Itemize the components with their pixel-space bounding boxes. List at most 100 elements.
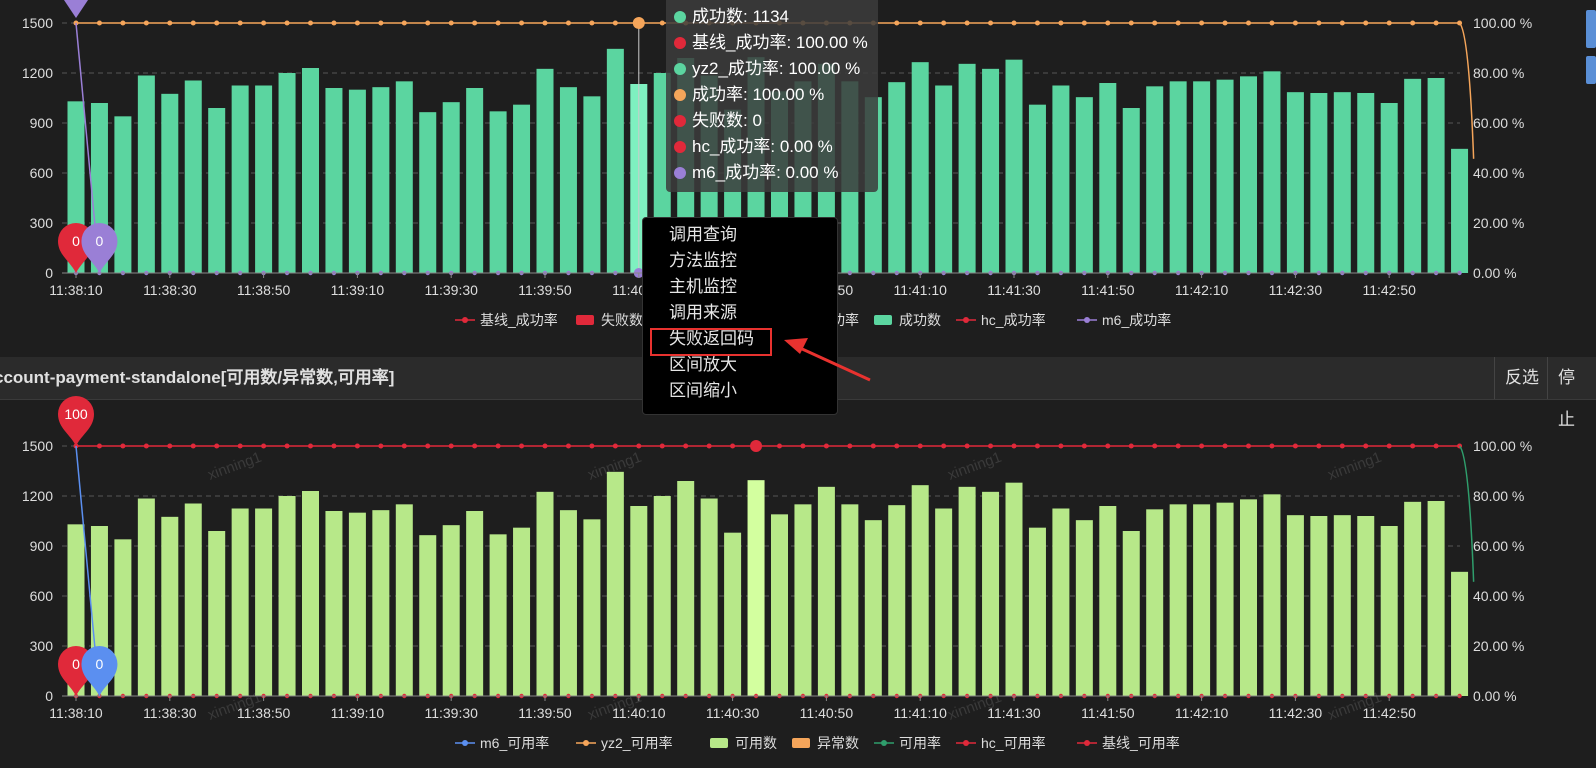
rate-point (1081, 20, 1087, 26)
bar (1240, 76, 1257, 273)
x-tick-label: 11:39:10 (331, 282, 385, 298)
annotation-highlight-box (650, 328, 772, 356)
menu-item-method-monitor[interactable]: 方法监控 (669, 248, 737, 274)
rate-point (870, 443, 876, 449)
rate-point (1246, 20, 1251, 26)
rate-point (894, 443, 900, 449)
y-tick-label: 1500 (22, 438, 53, 454)
rate-point (1410, 20, 1416, 26)
bar (888, 505, 906, 696)
rate-point (542, 443, 548, 449)
tooltip-row: hc_成功率: 0.00 % (674, 134, 833, 160)
menu-item-host-monitor[interactable]: 主机监控 (669, 274, 737, 300)
legend-item[interactable]: m6_可用率 (455, 735, 549, 751)
rate-point (1128, 20, 1134, 26)
bar (559, 87, 577, 274)
rate-point (1363, 20, 1369, 26)
legend-item[interactable]: 基线_可用率 (1077, 735, 1180, 751)
x-tick-label: 11:42:10 (1175, 705, 1229, 721)
rate-point (917, 20, 923, 26)
rate-point (378, 20, 384, 26)
bar (1451, 148, 1469, 273)
rate-point (988, 443, 994, 449)
rate-point (706, 443, 712, 449)
bar (935, 85, 953, 273)
scroll-handle[interactable] (1586, 10, 1596, 48)
legend-item[interactable]: 失败数 (576, 312, 643, 328)
rate-point (1339, 20, 1345, 26)
bar (1333, 515, 1351, 696)
rate-point (143, 20, 149, 26)
x-tick-label: 11:40:50 (800, 705, 854, 721)
bar (255, 508, 273, 696)
bar (466, 88, 484, 273)
legend-item[interactable]: hc_成功率 (956, 312, 1046, 328)
legend-label: m6_成功率 (1102, 312, 1171, 328)
bar (559, 510, 577, 696)
y-tick-label: 300 (30, 215, 54, 231)
legend-item[interactable]: hc_可用率 (956, 735, 1046, 751)
invert-selection-button[interactable]: 反选 (1494, 357, 1549, 399)
tooltip-text: 成功率: 100.00 % (692, 85, 825, 104)
legend-label: 可用率 (899, 735, 941, 751)
legend-item[interactable]: 可用率 (874, 735, 941, 751)
x-tick-label: 11:40:30 (706, 705, 760, 721)
legend-item[interactable]: 可用数 (710, 735, 777, 751)
y2-tick-label: 80.00 % (1473, 488, 1524, 504)
bar (606, 48, 624, 274)
rate-point (1292, 20, 1298, 26)
rate-point (190, 443, 196, 449)
rate-point (214, 443, 220, 449)
rate-point (1363, 443, 1369, 449)
menu-item-call-source[interactable]: 调用来源 (669, 300, 737, 326)
context-menu: 调用查询 方法监控 主机监控 调用来源 失败返回码 区间放大 区间缩小 (642, 217, 838, 415)
rate-point (589, 20, 595, 26)
legend-label: 成功数 (899, 312, 941, 328)
legend-label: 可用数 (735, 735, 777, 751)
bar (466, 511, 484, 696)
bar (1310, 93, 1328, 273)
rate-point (1199, 20, 1205, 26)
bar (442, 525, 460, 696)
pin-label: 0 (96, 656, 104, 672)
bar (442, 102, 460, 274)
rate-point (237, 443, 243, 449)
rate-line-tail (1458, 22, 1475, 159)
legend-item[interactable]: 异常数 (792, 735, 859, 751)
x-tick-label: 11:42:30 (1269, 282, 1323, 298)
rate-point (96, 20, 102, 26)
legend-label: hc_成功率 (981, 312, 1046, 328)
rate-point (1175, 443, 1181, 449)
rate-point (308, 443, 313, 449)
rate-point (1058, 443, 1064, 449)
bar (137, 498, 155, 696)
stop-button[interactable]: 停止 (1547, 357, 1596, 429)
bar (583, 96, 601, 273)
menu-item-call-query[interactable]: 调用查询 (669, 222, 737, 248)
scroll-handle[interactable] (1586, 56, 1596, 84)
bar (1193, 81, 1211, 273)
availability-chart[interactable]: xinning1 xinning1 xinning1 xinning1xinning1… (0, 396, 1596, 768)
tooltip-row: 成功率: 100.00 % (674, 82, 824, 108)
legend-item[interactable]: yz2_可用率 (576, 735, 673, 751)
tooltip-text: yz2_成功率: 100.00 % (692, 59, 861, 78)
menu-item-zoom-out-range[interactable]: 区间缩小 (669, 378, 737, 404)
rate-point (777, 443, 782, 449)
rate-point (167, 443, 173, 449)
tooltip-row: m6_成功率: 0.00 % (674, 160, 838, 186)
tooltip-text: 基线_成功率: 100.00 % (692, 33, 868, 52)
x-tick-label: 11:42:50 (1362, 705, 1416, 721)
legend-item[interactable]: m6_成功率 (1077, 312, 1171, 328)
rate-point (1034, 443, 1040, 449)
rate-point (1034, 20, 1040, 26)
bar (1146, 86, 1164, 273)
rate-point (941, 20, 947, 26)
legend-item[interactable]: 基线_成功率 (455, 312, 558, 328)
legend-item[interactable]: 成功数 (874, 312, 941, 328)
bar (771, 514, 788, 696)
bar (1286, 515, 1304, 696)
rate-point (730, 443, 736, 449)
rate-point (542, 20, 548, 26)
bar (1122, 108, 1140, 273)
chart-legend[interactable]: m6_可用率 yz2_可用率 可用数 异常数 可用率 hc_可用率 基线_可用率 (455, 735, 1180, 751)
